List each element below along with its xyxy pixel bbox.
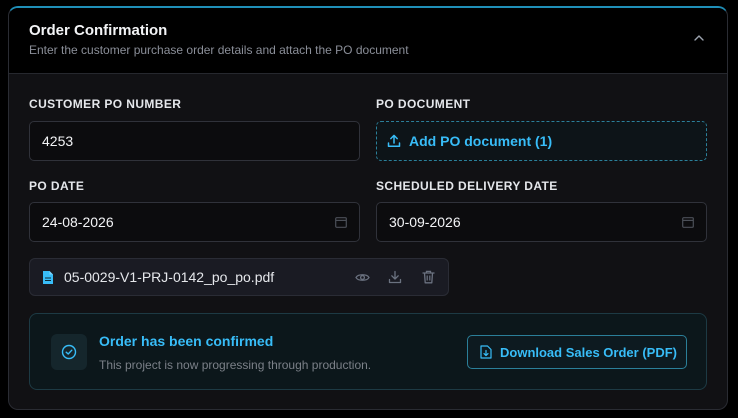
download-icon xyxy=(388,270,402,284)
add-po-document-button[interactable]: Add PO document (1) xyxy=(376,121,707,161)
attachment-file-name: 05-0029-V1-PRJ-0142_po_po.pdf xyxy=(64,269,275,285)
add-po-document-label: Add PO document (1) xyxy=(409,133,553,149)
po-document-label: PO DOCUMENT xyxy=(376,97,471,111)
download-sales-order-label: Download Sales Order (PDF) xyxy=(500,344,677,360)
eye-icon xyxy=(354,273,370,281)
trash-icon xyxy=(421,270,435,284)
calendar-icon[interactable] xyxy=(335,216,347,228)
po-date-value: 24-08-2026 xyxy=(42,214,114,230)
card-subtitle: Enter the customer purchase order detail… xyxy=(29,43,409,57)
upload-icon xyxy=(387,134,401,148)
card-title: Order Confirmation xyxy=(29,22,168,39)
confirmed-title: Order has been confirmed xyxy=(99,333,274,349)
confirmed-subtitle: This project is now progressing through … xyxy=(99,358,372,372)
view-attachment-button[interactable] xyxy=(354,269,370,285)
chevron-up-icon xyxy=(694,35,704,41)
attachment-chip: 05-0029-V1-PRJ-0142_po_po.pdf xyxy=(29,258,449,296)
file-download-icon xyxy=(480,345,492,359)
collapse-button[interactable] xyxy=(691,30,707,46)
delete-attachment-button[interactable] xyxy=(420,269,436,285)
order-confirmed-banner: Order has been confirmed This project is… xyxy=(29,313,707,390)
po-date-input[interactable]: 24-08-2026 xyxy=(29,202,360,242)
calendar-icon[interactable] xyxy=(682,216,694,228)
delivery-date-value: 30-09-2026 xyxy=(389,214,461,230)
customer-po-label: CUSTOMER PO NUMBER xyxy=(29,97,182,111)
po-date-label: PO DATE xyxy=(29,179,85,193)
delivery-date-input[interactable]: 30-09-2026 xyxy=(376,202,707,242)
file-icon xyxy=(43,270,53,284)
download-sales-order-button[interactable]: Download Sales Order (PDF) xyxy=(467,335,687,369)
customer-po-input[interactable]: 4253 xyxy=(29,121,360,161)
customer-po-value: 4253 xyxy=(42,133,74,149)
check-circle-icon xyxy=(61,344,77,360)
download-attachment-button[interactable] xyxy=(387,269,403,285)
order-confirmation-card: Order Confirmation Enter the customer pu… xyxy=(8,6,728,410)
delivery-date-label: SCHEDULED DELIVERY DATE xyxy=(376,179,558,193)
confirmed-badge xyxy=(51,334,87,370)
card-header: Order Confirmation Enter the customer pu… xyxy=(9,8,727,74)
